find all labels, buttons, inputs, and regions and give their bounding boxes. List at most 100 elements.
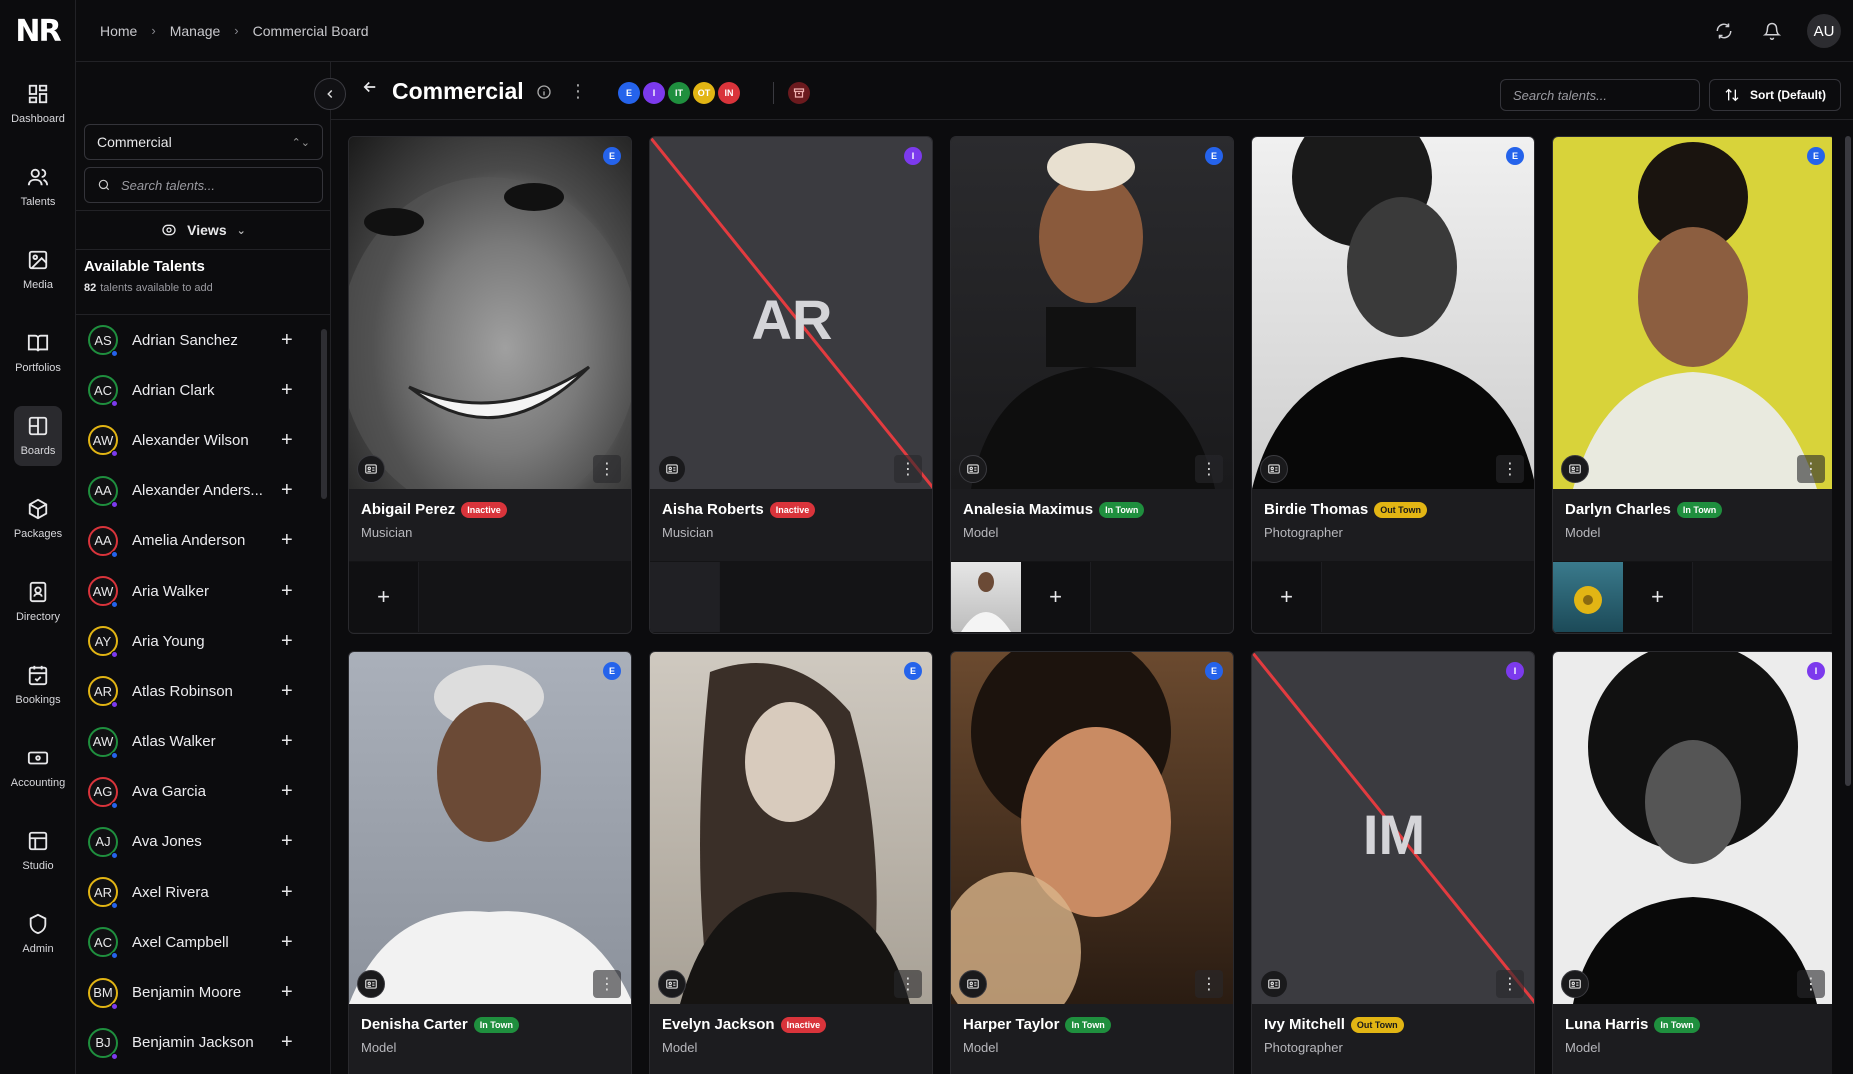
archive-icon[interactable] [788, 82, 810, 104]
card-menu-icon[interactable]: ⋮ [1195, 970, 1223, 998]
talent-list-item[interactable]: AG Ava Garcia + [76, 767, 331, 817]
talent-list-item[interactable]: AA Alexander Anders... + [76, 466, 331, 516]
talent-list-item[interactable]: BJ Benjamin Jackson + [76, 1018, 331, 1068]
id-card-icon[interactable] [357, 970, 385, 998]
talent-photo[interactable] [951, 137, 1233, 489]
user-avatar[interactable]: AU [1807, 14, 1841, 48]
add-talent-button[interactable]: + [281, 329, 293, 352]
add-talent-button[interactable]: + [281, 780, 293, 803]
add-media-button[interactable]: + [1021, 562, 1091, 632]
add-media-button[interactable]: + [1252, 562, 1322, 632]
add-talent-button[interactable]: + [281, 881, 293, 904]
filter-chip-in[interactable]: IN [718, 82, 740, 104]
back-arrow-icon[interactable] [361, 78, 379, 101]
talent-list-item[interactable]: AC Axel Campbell + [76, 917, 331, 967]
talent-card[interactable]: E ⋮ Analesia Maximus In Town Model + [950, 136, 1234, 634]
talent-card[interactable]: E ⋮ Evelyn Jackson Inactive Model [649, 651, 933, 1074]
id-card-icon[interactable] [357, 455, 385, 483]
talent-name[interactable]: Aisha Roberts [662, 501, 764, 518]
card-menu-icon[interactable]: ⋮ [593, 455, 621, 483]
talent-list-item[interactable]: AA Amelia Anderson + [76, 516, 331, 566]
card-menu-icon[interactable]: ⋮ [894, 455, 922, 483]
id-card-icon[interactable] [959, 970, 987, 998]
add-talent-button[interactable]: + [281, 479, 293, 502]
talent-list-scrollbar[interactable] [321, 329, 327, 499]
filter-chip-i[interactable]: I [643, 82, 665, 104]
id-card-icon[interactable] [1561, 455, 1589, 483]
add-talent-button[interactable]: + [281, 981, 293, 1004]
board-select[interactable]: Commercial ⌃⌄ [84, 124, 323, 160]
media-thumbnail[interactable] [1553, 562, 1623, 632]
talent-photo[interactable] [349, 137, 631, 489]
talent-name[interactable]: Abigail Perez [361, 501, 455, 518]
talent-list-item[interactable]: AW Aria Walker + [76, 566, 331, 616]
talent-list-item[interactable]: AR Atlas Robinson + [76, 666, 331, 716]
talent-list-item[interactable]: AY Aria Young + [76, 616, 331, 666]
board-search-input[interactable]: Search talents... [1500, 79, 1700, 111]
nav-item-dashboard[interactable]: Dashboard [0, 62, 76, 145]
id-card-icon[interactable] [1260, 455, 1288, 483]
filter-chip-e[interactable]: E [618, 82, 640, 104]
card-menu-icon[interactable]: ⋮ [1797, 455, 1825, 483]
nav-item-portfolios[interactable]: Portfolios [0, 311, 76, 394]
talent-name[interactable]: Denisha Carter [361, 1016, 468, 1033]
media-slot[interactable] [650, 562, 720, 632]
add-media-button[interactable]: + [1623, 562, 1693, 632]
talent-name[interactable]: Ivy Mitchell [1264, 1016, 1345, 1033]
card-menu-icon[interactable]: ⋮ [1195, 455, 1223, 483]
talent-photo[interactable] [1553, 652, 1832, 1004]
collapse-panel-button[interactable] [314, 78, 346, 110]
add-talent-button[interactable]: + [281, 931, 293, 954]
talent-photo[interactable] [1252, 137, 1534, 489]
breadcrumb-home[interactable]: Home [100, 23, 137, 39]
add-talent-button[interactable]: + [281, 1031, 293, 1054]
card-menu-icon[interactable]: ⋮ [593, 970, 621, 998]
talent-name[interactable]: Evelyn Jackson [662, 1016, 775, 1033]
nav-item-accounting[interactable]: Accounting [0, 726, 76, 809]
media-thumbnail[interactable] [951, 562, 1021, 632]
breadcrumb-manage[interactable]: Manage [170, 23, 221, 39]
nav-item-packages[interactable]: Packages [0, 477, 76, 560]
app-logo[interactable]: NR [0, 0, 75, 62]
talent-list-item[interactable]: AS Adrian Sanchez + [76, 315, 331, 365]
talent-name[interactable]: Luna Harris [1565, 1016, 1648, 1033]
add-talent-button[interactable]: + [281, 429, 293, 452]
refresh-icon[interactable] [1711, 18, 1737, 44]
talent-card[interactable]: E ⋮ Denisha Carter In Town Model [348, 651, 632, 1074]
card-menu-icon[interactable]: ⋮ [1496, 970, 1524, 998]
id-card-icon[interactable] [1260, 970, 1288, 998]
main-scrollbar[interactable] [1843, 136, 1853, 1074]
card-menu-icon[interactable]: ⋮ [894, 970, 922, 998]
talent-card[interactable]: E ⋮ Abigail Perez Inactive Musician + [348, 136, 632, 634]
filter-chip-ot[interactable]: OT [693, 82, 715, 104]
bell-icon[interactable] [1759, 18, 1785, 44]
add-media-button[interactable]: + [349, 562, 419, 632]
talent-list-item[interactable]: AW Alexander Wilson + [76, 415, 331, 465]
talent-photo[interactable] [349, 652, 631, 1004]
talent-photo[interactable] [650, 652, 932, 1004]
card-menu-icon[interactable]: ⋮ [1496, 455, 1524, 483]
add-talent-button[interactable]: + [281, 730, 293, 753]
talent-name[interactable]: Harper Taylor [963, 1016, 1059, 1033]
talent-list-item[interactable]: AR Axel Rivera + [76, 867, 331, 917]
sort-button[interactable]: Sort (Default) [1709, 79, 1841, 111]
talent-photo[interactable] [1553, 137, 1832, 489]
talent-card[interactable]: IM I ⋮ Ivy Mitchell Out Town Photographer [1251, 651, 1535, 1074]
talent-card[interactable]: AR I ⋮ Aisha Roberts Inactive Musician [649, 136, 933, 634]
add-talent-button[interactable]: + [281, 529, 293, 552]
card-menu-icon[interactable]: ⋮ [1797, 970, 1825, 998]
talent-list-item[interactable]: BM Benjamin Moore + [76, 967, 331, 1017]
id-card-icon[interactable] [658, 455, 686, 483]
talent-card[interactable]: E ⋮ Darlyn Charles In Town Model + [1552, 136, 1832, 634]
talent-name[interactable]: Darlyn Charles [1565, 501, 1671, 518]
talent-name[interactable]: Birdie Thomas [1264, 501, 1368, 518]
talent-card[interactable]: E ⋮ Birdie Thomas Out Town Photographer + [1251, 136, 1535, 634]
add-talent-button[interactable]: + [281, 580, 293, 603]
nav-item-bookings[interactable]: Bookings [0, 643, 76, 726]
nav-item-admin[interactable]: Admin [0, 892, 76, 975]
side-search-input[interactable]: Search talents... [84, 167, 323, 203]
nav-item-directory[interactable]: Directory [0, 560, 76, 643]
id-card-icon[interactable] [959, 455, 987, 483]
add-talent-button[interactable]: + [281, 680, 293, 703]
nav-item-media[interactable]: Media [0, 228, 76, 311]
